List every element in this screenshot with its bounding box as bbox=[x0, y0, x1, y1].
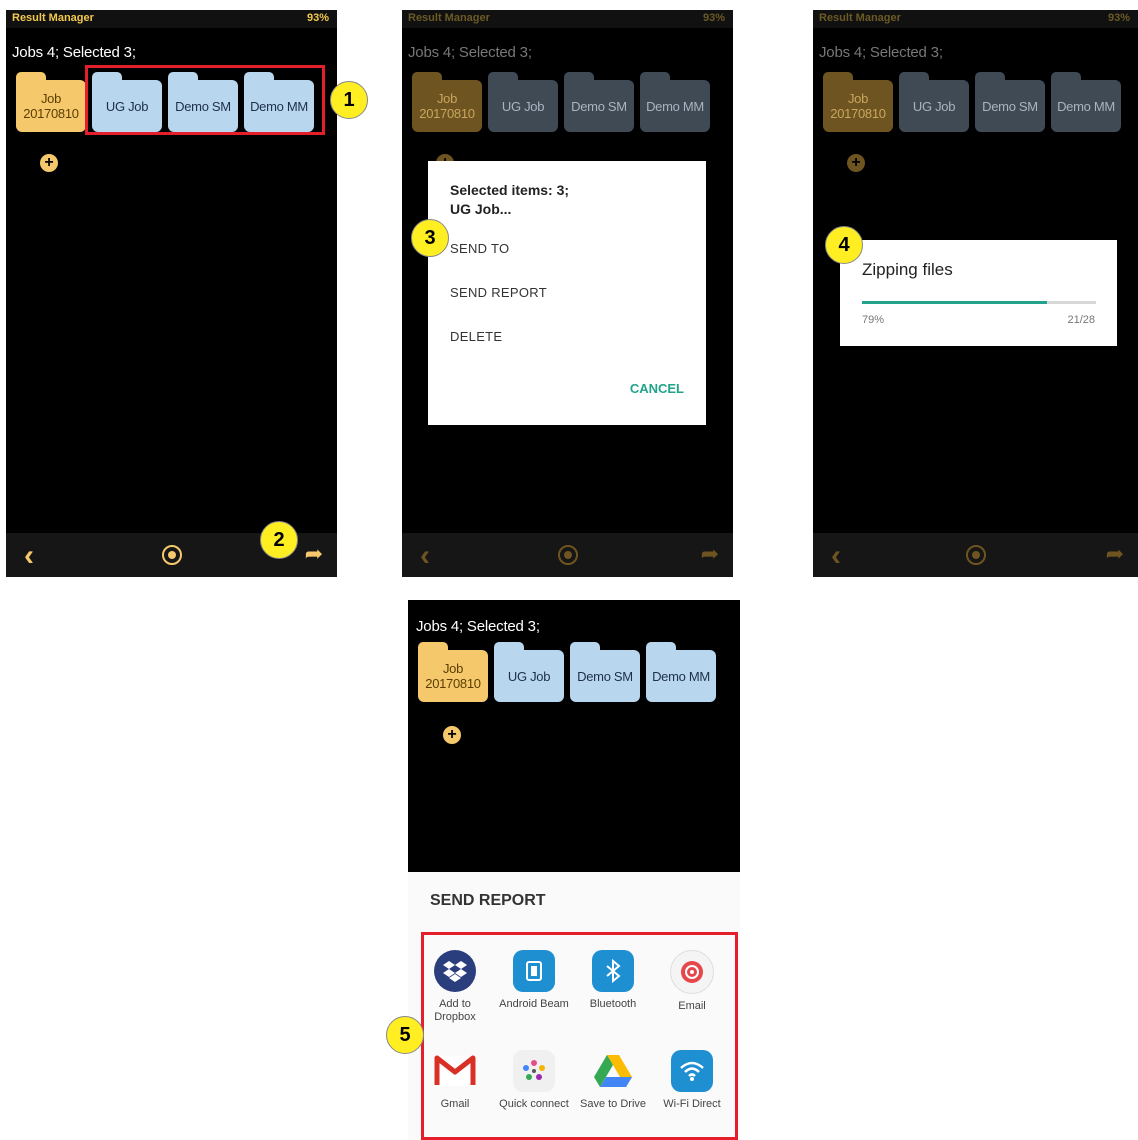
screen-step-1: Result Manager 93% Jobs 4; Selected 3; J… bbox=[6, 10, 337, 577]
battery-level: 93% bbox=[306, 12, 329, 24]
android-beam-icon bbox=[513, 950, 555, 992]
send-report-option[interactable]: SEND REPORT bbox=[450, 285, 547, 300]
add-job-icon: + bbox=[847, 154, 865, 172]
add-job-icon[interactable]: + bbox=[40, 154, 58, 172]
app-label: Email bbox=[678, 1000, 706, 1012]
folder-demo-mm[interactable]: Demo MM bbox=[646, 642, 716, 702]
status-bar: Result Manager 93% bbox=[6, 10, 337, 28]
quick-connect-icon bbox=[513, 1050, 555, 1092]
callout-2: 2 bbox=[260, 521, 298, 559]
app-label: Add to Dropbox bbox=[434, 998, 476, 1023]
bottom-nav: ‹ ➦ bbox=[813, 533, 1138, 577]
app-label: Android Beam bbox=[499, 998, 569, 1010]
back-icon[interactable]: ‹ bbox=[24, 539, 34, 573]
drive-icon bbox=[592, 1050, 634, 1092]
app-title: Result Manager bbox=[408, 12, 490, 24]
dropbox-icon bbox=[434, 950, 476, 992]
jobs-summary: Jobs 4; Selected 3; bbox=[12, 44, 136, 61]
screen-step-3: Result Manager 93% Jobs 4; Selected 3; J… bbox=[402, 10, 733, 577]
back-icon: ‹ bbox=[831, 539, 841, 572]
share-app-android-beam[interactable]: Android Beam bbox=[496, 950, 572, 1011]
folder-demo-sm[interactable]: Demo SM bbox=[570, 642, 640, 702]
callout-3: 3 bbox=[411, 219, 449, 257]
dialog-title-line1: Selected items: 3; bbox=[450, 182, 570, 198]
jobs-summary: Jobs 4; Selected 3; bbox=[408, 44, 532, 61]
home-icon bbox=[557, 545, 578, 565]
folder-job-20170810[interactable]: Job 20170810 bbox=[418, 642, 488, 702]
dialog-title-line2: UG Job... bbox=[450, 201, 512, 217]
battery-level: 93% bbox=[702, 12, 725, 24]
share-icon: ➦ bbox=[1105, 541, 1124, 566]
zip-progress-bar bbox=[862, 301, 1096, 304]
folder-ug-job: UG Job bbox=[899, 72, 969, 132]
share-app-quick-connect[interactable]: Quick connect bbox=[496, 1050, 572, 1111]
status-bar: Result Manager 93% bbox=[813, 10, 1138, 28]
folder-row: Job 20170810 UG Job Demo SM Demo MM bbox=[418, 642, 716, 702]
share-sheet-title: SEND REPORT bbox=[430, 892, 546, 909]
delete-option[interactable]: DELETE bbox=[450, 329, 502, 344]
folder-row: Job 20170810 UG Job Demo SM Demo MM bbox=[823, 72, 1121, 132]
send-to-option[interactable]: SEND TO bbox=[450, 241, 509, 256]
status-bar: Result Manager 93% bbox=[402, 10, 733, 28]
callout-5: 5 bbox=[386, 1016, 424, 1054]
email-icon bbox=[670, 950, 714, 994]
selection-highlight bbox=[85, 65, 325, 135]
folder-job-20170810: Job 20170810 bbox=[412, 72, 482, 132]
share-app-email[interactable]: Email bbox=[654, 950, 730, 1013]
folder-demo-mm: Demo MM bbox=[1051, 72, 1121, 132]
share-icon[interactable]: ➦ bbox=[305, 541, 323, 567]
add-job-icon[interactable]: + bbox=[443, 726, 461, 744]
app-title: Result Manager bbox=[12, 12, 94, 24]
app-title: Result Manager bbox=[819, 12, 901, 24]
folder-ug-job: UG Job bbox=[488, 72, 558, 132]
folder-demo-mm: Demo MM bbox=[640, 72, 710, 132]
battery-level: 93% bbox=[1107, 12, 1130, 24]
app-label: Gmail bbox=[440, 1098, 470, 1110]
share-app-dropbox[interactable]: Add to Dropbox bbox=[417, 950, 493, 1024]
share-app-gmail[interactable]: Gmail bbox=[417, 1050, 493, 1111]
gmail-icon bbox=[434, 1050, 476, 1092]
app-label: Wi-Fi Direct bbox=[663, 1098, 721, 1110]
jobs-summary: Jobs 4; Selected 3; bbox=[416, 618, 540, 635]
screen-step-5: Jobs 4; Selected 3; Job 20170810 UG Job … bbox=[408, 600, 740, 872]
screen-step-4: Result Manager 93% Jobs 4; Selected 3; J… bbox=[813, 10, 1138, 577]
folder-demo-sm: Demo SM bbox=[564, 72, 634, 132]
share-icon: ➦ bbox=[700, 541, 719, 566]
share-app-wifi-direct[interactable]: Wi-Fi Direct bbox=[654, 1050, 730, 1111]
zip-file-count: 21/28 bbox=[1067, 314, 1095, 326]
share-app-drive[interactable]: Save to Drive bbox=[575, 1050, 651, 1111]
back-icon: ‹ bbox=[420, 539, 430, 572]
folder-job-20170810[interactable]: Job 20170810 bbox=[16, 72, 86, 132]
folder-job-20170810: Job 20170810 bbox=[823, 72, 893, 132]
folder-ug-job[interactable]: UG Job bbox=[494, 642, 564, 702]
folder-demo-sm: Demo SM bbox=[975, 72, 1045, 132]
zipping-dialog: Zipping files 79% 21/28 bbox=[840, 240, 1117, 346]
folder-row: Job 20170810 UG Job Demo SM Demo MM bbox=[412, 72, 710, 132]
bottom-nav: ‹ ➦ bbox=[402, 533, 733, 577]
bluetooth-icon bbox=[592, 950, 634, 992]
app-label: Bluetooth bbox=[589, 998, 637, 1010]
app-label: Save to Drive bbox=[579, 1098, 647, 1110]
cancel-button[interactable]: CANCEL bbox=[630, 381, 684, 396]
app-label: Quick connect bbox=[499, 1098, 569, 1110]
share-app-bluetooth[interactable]: Bluetooth bbox=[575, 950, 651, 1011]
zipping-title: Zipping files bbox=[862, 260, 953, 279]
callout-1: 1 bbox=[330, 81, 368, 119]
wifi-direct-icon bbox=[671, 1050, 713, 1092]
selection-dialog: Selected items: 3; UG Job... SEND TO SEN… bbox=[428, 161, 706, 425]
home-icon[interactable] bbox=[161, 545, 182, 565]
callout-4: 4 bbox=[825, 226, 863, 264]
home-icon bbox=[965, 545, 986, 565]
zip-percent: 79% bbox=[862, 314, 885, 326]
zip-progress-fill bbox=[862, 301, 1047, 304]
dialog-title: Selected items: 3; UG Job... bbox=[450, 181, 569, 219]
jobs-summary: Jobs 4; Selected 3; bbox=[819, 44, 943, 61]
